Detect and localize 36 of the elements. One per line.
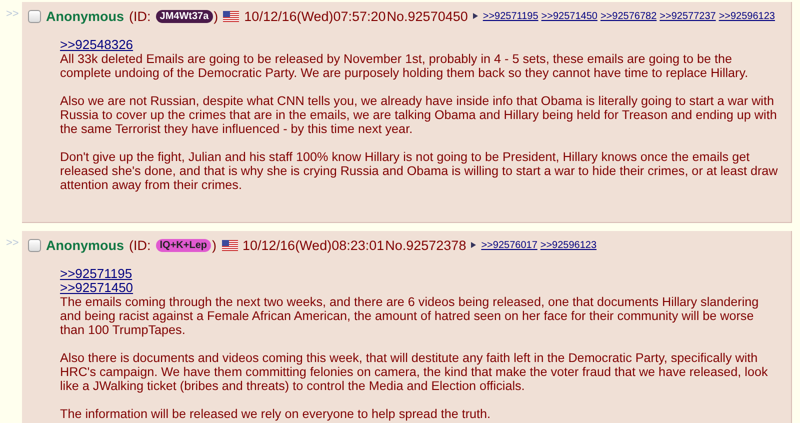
post-number[interactable]: No.92570450 [386,8,468,24]
arrow-icon[interactable] [471,242,476,248]
poster-id[interactable]: JM4Wt37a [156,10,213,22]
id-label: (ID: [129,8,151,24]
poster-name: Anonymous [46,238,124,252]
side-arrows: >> [5,236,20,249]
post-checkbox[interactable] [28,238,41,252]
post-date: 10/12/16(Wed)08:23:01 [242,238,384,252]
flag-icon [222,240,238,250]
id-label: ) [214,8,218,24]
post-paragraph: Don't give up the fight, Julian and his staff 100% know Hillary is not going to be President, Hillary knows once the emails get released she's done, and that is why she is crying Russia and Obama is willing to start a war to hide their crimes, or at least draw attention away from their crimes. [60,150,779,192]
quote-link[interactable]: >>92571450 [60,281,134,295]
post-checkbox[interactable] [28,10,41,22]
id-label: (ID: [129,238,151,252]
flag-icon [223,10,240,22]
post-paragraph: Also there is documents and videos coming this week, that will destitute any faith left in the Democratic Party, specifically with HRC's campaign. We have them committing felonies on camera, the kind that make the voter fraud that we have released, look like a JWalking ticket (bribes and threats) to control the Media and Election officials. [60,351,769,393]
post-paragraph: The information will be released we rely on everyone to help spread the truth. [60,407,492,421]
poster-id[interactable]: lQ+K+Lep [156,238,212,252]
quote-link[interactable]: >>92548326 [60,38,134,52]
backlink[interactable]: >>92576782 [600,10,657,22]
poster-name: Anonymous [46,8,124,24]
backlink[interactable]: >>92571450 [541,10,598,22]
post-date: 10/12/16(Wed)07:57:20 [244,8,386,24]
post-paragraph: Also we are not Russian, despite what CNN tells you, we already have inside info that Obama is literally going to start a war with Russia to cover up the crimes that are in the emails, we are talking Obama and Hillary being held for Treason and ending up with the same Terrorist they have influenced - by this time next year. [60,94,778,136]
post-paragraph: The emails coming through the next two weeks, and there are 6 videos being released, one that documents Hillary slandering and being racist against a Female African American, the amount of hatred seen on her face for their community will be worse than 100 TrumpTapes. [60,295,760,337]
id-label: ) [212,238,217,252]
backlink[interactable]: >>92576017 [481,240,538,250]
post-paragraph: All 33k deleted Emails are going to be released by November 1st, probably in 4 - 5 sets, these emails are going to be the complete undoing of the Democratic Party. We are purposely holding them back so they cannot have time to replace Hillary. [60,52,750,80]
backlink[interactable]: >>92571195 [482,10,538,22]
post-number[interactable]: No.92572378 [385,238,466,252]
quote-link[interactable]: >>92571195 [60,267,132,281]
backlink[interactable]: >>92596123 [718,10,775,22]
backlink[interactable]: >>92596123 [540,240,597,250]
arrow-icon[interactable] [472,13,478,19]
side-arrows: >> [5,7,20,20]
backlink[interactable]: >>92577237 [660,10,716,22]
